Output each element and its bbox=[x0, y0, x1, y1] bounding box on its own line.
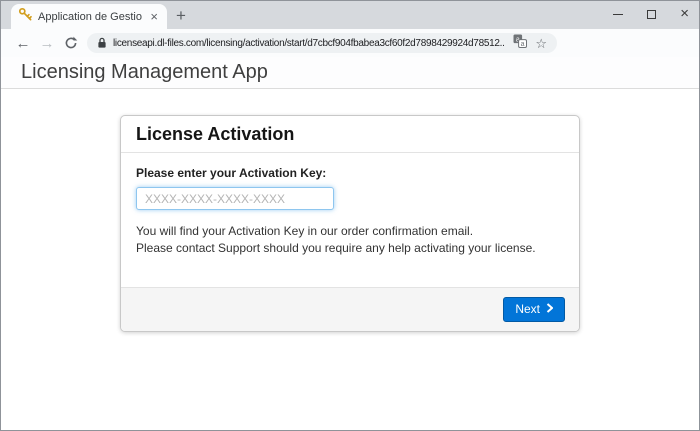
bookmark-star-icon[interactable]: ☆ bbox=[535, 37, 547, 50]
card-header: License Activation bbox=[121, 116, 579, 153]
card-title: License Activation bbox=[136, 124, 294, 144]
card-body: Please enter your Activation Key: You wi… bbox=[121, 153, 579, 287]
page-content: License Activation Please enter your Act… bbox=[1, 89, 699, 430]
help-line: Please contact Support should you requir… bbox=[136, 240, 564, 257]
tab-close-icon[interactable]: × bbox=[148, 10, 160, 23]
close-window-button[interactable]: × bbox=[680, 7, 689, 21]
browser-tab[interactable]: Application de Gestion des Licen × bbox=[11, 4, 167, 29]
next-button[interactable]: Next bbox=[503, 297, 565, 322]
address-bar[interactable]: licenseapi.dl-files.com/licensing/activa… bbox=[87, 33, 557, 53]
browser-toolbar: ← → licenseapi.dl-files.com/licensing/ac… bbox=[1, 29, 699, 57]
window-controls: × bbox=[613, 7, 689, 21]
page-title: Licensing Management App bbox=[21, 61, 268, 84]
app-header: Licensing Management App bbox=[1, 57, 699, 89]
tab-title: Application de Gestion des Licen bbox=[38, 11, 142, 23]
translate-icon[interactable]: a a bbox=[513, 34, 527, 53]
tab-bar: Application de Gestion des Licen × + × bbox=[1, 1, 699, 29]
activation-key-input[interactable] bbox=[136, 187, 334, 210]
url-text: licenseapi.dl-files.com/licensing/activa… bbox=[113, 38, 505, 49]
forward-button[interactable]: → bbox=[35, 36, 59, 51]
browser-window: Application de Gestion des Licen × + × ←… bbox=[0, 0, 700, 431]
address-bar-icons: a a ☆ bbox=[513, 34, 547, 53]
new-tab-button[interactable]: + bbox=[176, 7, 186, 24]
key-favicon-icon bbox=[18, 7, 32, 26]
next-button-label: Next bbox=[515, 302, 540, 316]
svg-text:a: a bbox=[521, 41, 525, 48]
chevron-right-icon bbox=[546, 302, 553, 316]
reload-icon[interactable] bbox=[59, 36, 83, 50]
back-button[interactable]: ← bbox=[11, 36, 35, 51]
card-footer: Next bbox=[121, 287, 579, 331]
help-text: You will find your Activation Key in our… bbox=[136, 223, 564, 257]
maximize-button[interactable] bbox=[647, 10, 656, 19]
lock-icon[interactable] bbox=[97, 37, 107, 49]
minimize-button[interactable] bbox=[613, 14, 623, 15]
activation-key-label: Please enter your Activation Key: bbox=[136, 166, 564, 180]
help-line: You will find your Activation Key in our… bbox=[136, 223, 564, 240]
license-activation-card: License Activation Please enter your Act… bbox=[120, 115, 580, 332]
